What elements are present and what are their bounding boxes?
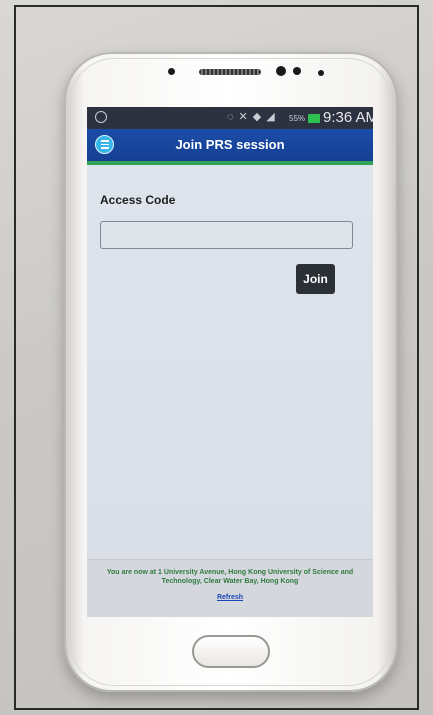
whatsapp-icon bbox=[95, 111, 107, 123]
notification-led bbox=[318, 70, 324, 76]
status-time: 9:36 AM bbox=[323, 109, 373, 126]
nfc-icon: ✕ bbox=[238, 111, 248, 123]
join-button[interactable]: Join bbox=[296, 264, 335, 294]
page-title: Join PRS session bbox=[175, 137, 285, 152]
main-content: Access Code Join bbox=[87, 165, 373, 617]
refresh-link[interactable]: Refresh bbox=[217, 594, 243, 601]
mute-icon: ◌ bbox=[227, 110, 234, 123]
signal-icon: ◢ bbox=[266, 111, 275, 123]
front-camera bbox=[276, 66, 286, 76]
photo-background: ◌ ✕ ◆ ◢ 55% 9:36 AM Join PRS session Acc… bbox=[0, 0, 433, 715]
phone-device: ◌ ✕ ◆ ◢ 55% 9:36 AM Join PRS session Acc… bbox=[64, 52, 398, 692]
app-header: Join PRS session bbox=[87, 129, 373, 161]
status-icons: ◌ ✕ ◆ ◢ bbox=[227, 110, 275, 124]
access-code-input[interactable] bbox=[100, 221, 353, 249]
location-footer: You are now at 1 University Avenue, Hong… bbox=[87, 559, 373, 617]
access-code-label: Access Code bbox=[100, 193, 176, 207]
phone-screen: ◌ ✕ ◆ ◢ 55% 9:36 AM Join PRS session Acc… bbox=[87, 107, 373, 617]
wifi-icon: ◆ bbox=[252, 111, 262, 123]
status-bar: ◌ ✕ ◆ ◢ 55% 9:36 AM bbox=[87, 107, 373, 129]
battery-icon bbox=[308, 114, 320, 123]
proximity-sensor bbox=[168, 68, 175, 75]
light-sensor bbox=[293, 67, 301, 75]
battery-percent: 55% bbox=[289, 114, 306, 123]
location-text: You are now at 1 University Avenue, Hong… bbox=[106, 569, 354, 585]
earpiece-speaker bbox=[199, 69, 261, 75]
home-button[interactable] bbox=[192, 635, 270, 668]
